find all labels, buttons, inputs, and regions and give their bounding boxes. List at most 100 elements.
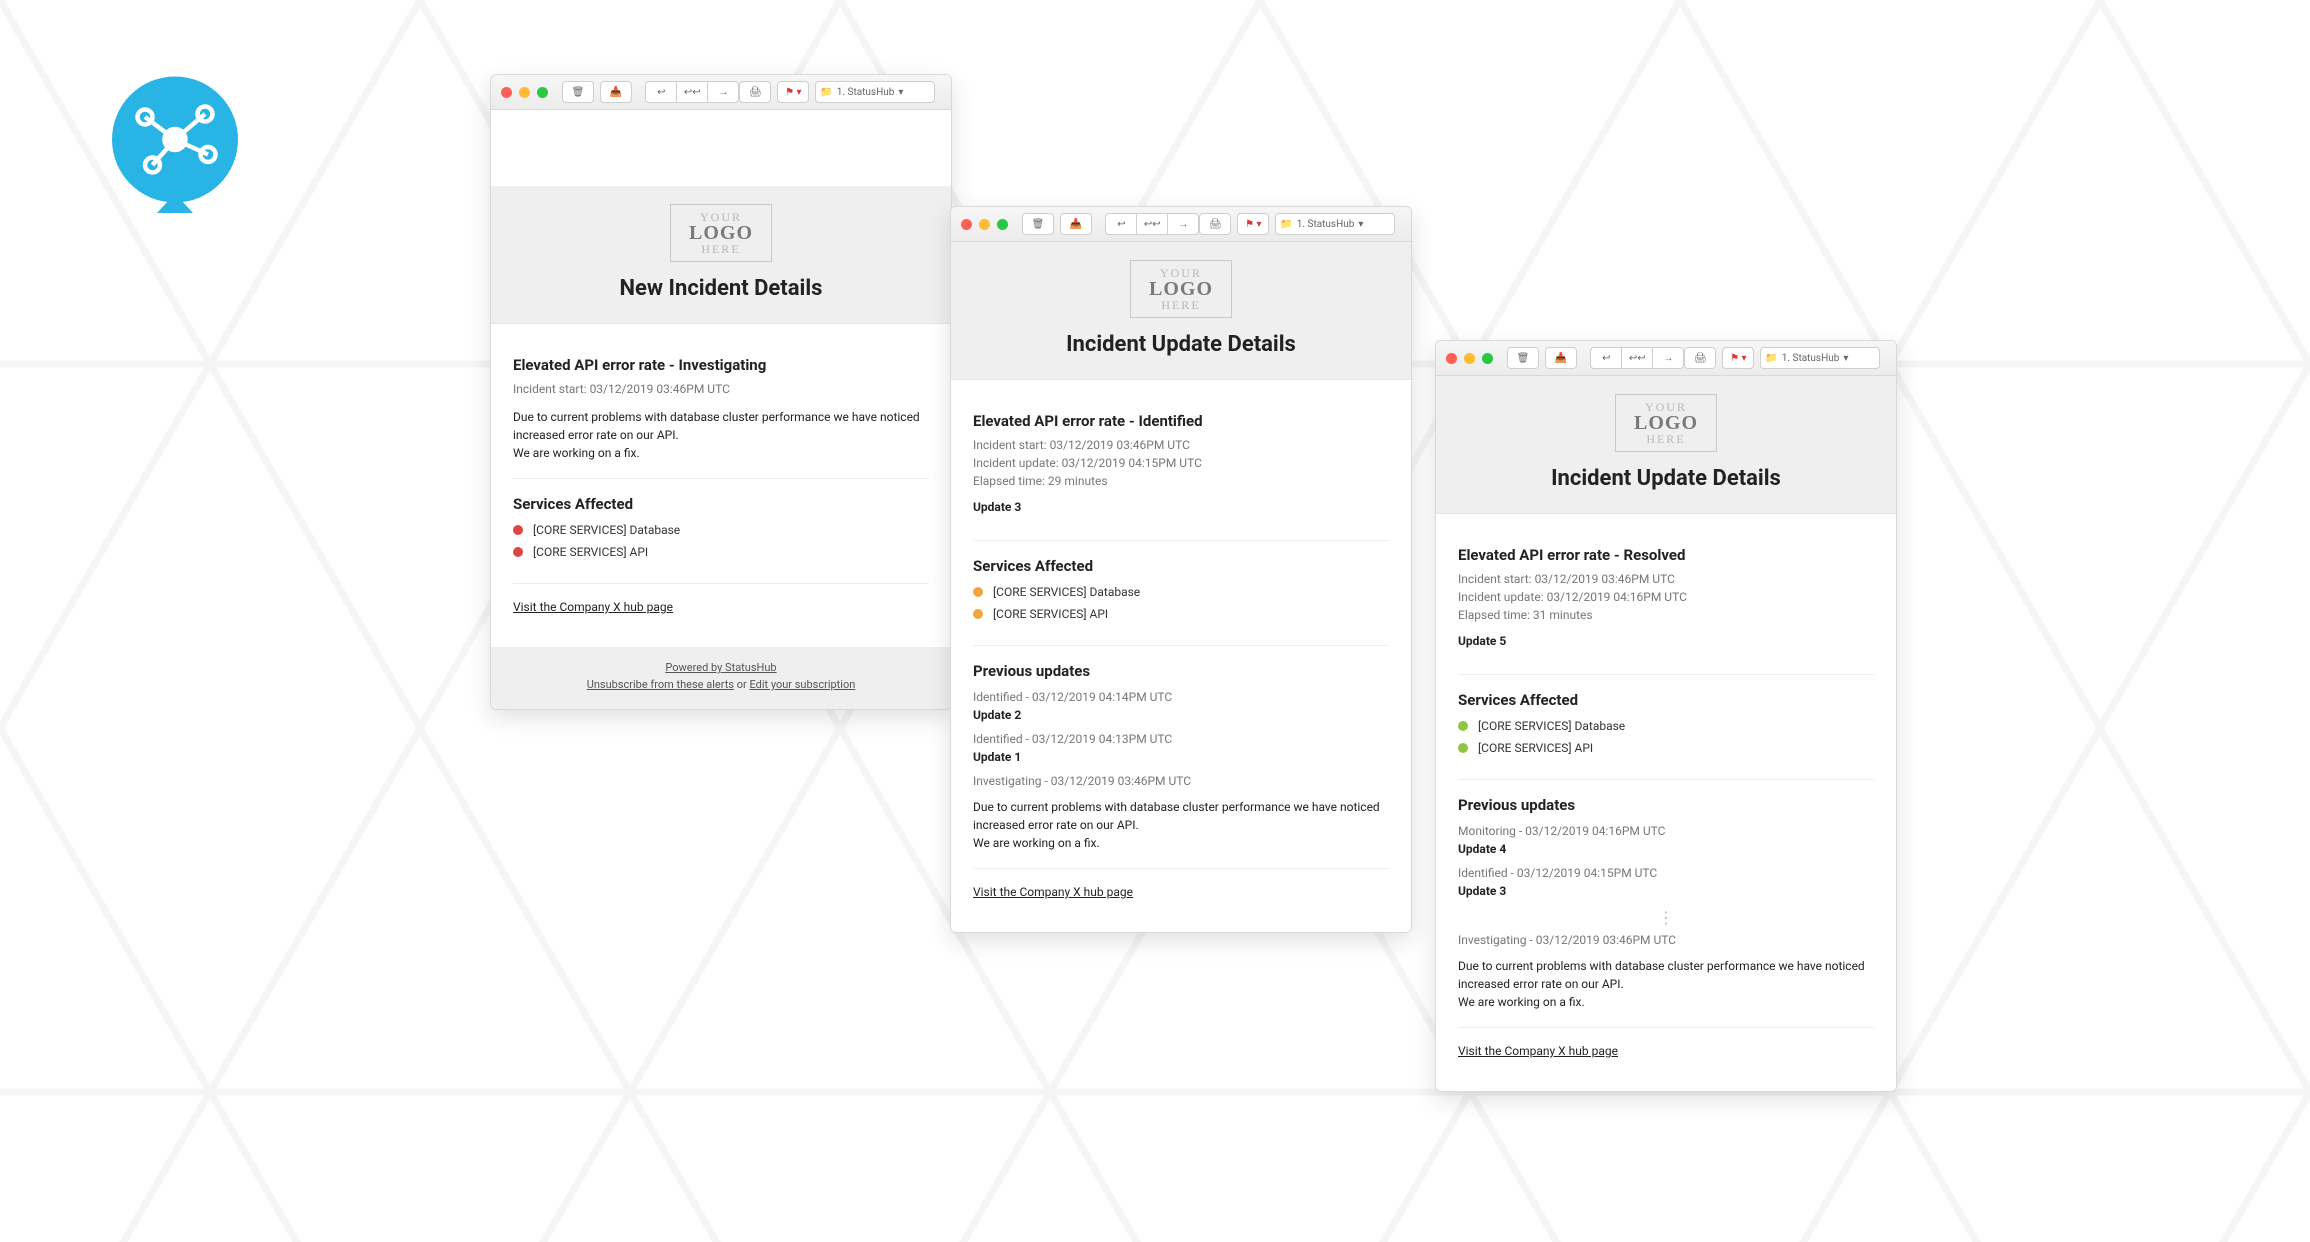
- mac-titlebar: 🗑 📥 ↩ ↩↩ → 🖨 ⚑ ▾ 📁 1. StatusHub ▾: [951, 207, 1411, 242]
- zoom-icon[interactable]: [537, 87, 548, 98]
- flag-button[interactable]: ⚑ ▾: [1237, 213, 1269, 235]
- flag-button[interactable]: ⚑ ▾: [777, 81, 809, 103]
- status-dot-icon: [973, 609, 983, 619]
- unsubscribe-link[interactable]: Unsubscribe from these alerts: [587, 678, 734, 691]
- traffic-lights: [501, 87, 548, 98]
- incident-title: Elevated API error rate - Identified: [973, 412, 1389, 430]
- forward-button[interactable]: →: [1652, 347, 1684, 369]
- status-dot-icon: [513, 547, 523, 557]
- incident-title: Elevated API error rate - Investigating: [513, 356, 929, 374]
- trash-button[interactable]: 🗑: [1507, 347, 1539, 369]
- service-row: [CORE SERVICES] API: [513, 545, 929, 559]
- zoom-icon[interactable]: [1482, 353, 1493, 364]
- traffic-lights: [1446, 353, 1493, 364]
- reply-button[interactable]: ↩: [1590, 347, 1621, 369]
- update-name: Update 1: [973, 750, 1389, 764]
- services-title: Services Affected: [973, 557, 1389, 575]
- print-button[interactable]: 🖨: [739, 81, 771, 103]
- update-name: Update 4: [1458, 842, 1874, 856]
- hub-link[interactable]: Visit the Company X hub page: [973, 885, 1133, 899]
- logo-placeholder: YOUR LOGO HERE: [1130, 260, 1232, 318]
- service-row: [CORE SERVICES] API: [1458, 741, 1874, 755]
- statushub-brand-badge: [100, 72, 250, 222]
- status-dot-icon: [1458, 721, 1468, 731]
- previous-updates-title: Previous updates: [1458, 796, 1874, 814]
- mailbox-selector[interactable]: 📁 1. StatusHub ▾: [815, 81, 935, 103]
- archive-button[interactable]: 📥: [1545, 347, 1577, 369]
- update-name: Update 2: [973, 708, 1389, 722]
- update-timestamp: Investigating - 03/12/2019 03:46PM UTC: [1458, 933, 1874, 947]
- status-dot-icon: [973, 587, 983, 597]
- email-heading: New Incident Details: [491, 276, 951, 301]
- service-row: [CORE SERVICES] Database: [973, 585, 1389, 599]
- email-body: Elevated API error rate - Identified Inc…: [951, 380, 1411, 932]
- reply-all-button[interactable]: ↩↩: [676, 81, 707, 103]
- zoom-icon[interactable]: [997, 219, 1008, 230]
- mailbox-selector[interactable]: 📁 1. StatusHub ▾: [1760, 347, 1880, 369]
- reply-button[interactable]: ↩: [645, 81, 676, 103]
- flag-button[interactable]: ⚑ ▾: [1722, 347, 1754, 369]
- service-row: [CORE SERVICES] Database: [1458, 719, 1874, 733]
- incident-title: Elevated API error rate - Resolved: [1458, 546, 1874, 564]
- reply-group: ↩ ↩↩ →: [1105, 213, 1199, 235]
- print-button[interactable]: 🖨: [1199, 213, 1231, 235]
- mailbox-label: 1. StatusHub: [837, 87, 895, 98]
- email-heading: Incident Update Details: [951, 332, 1411, 357]
- incident-meta: Incident start: 03/12/2019 03:46PM UTC: [513, 380, 929, 398]
- trash-button[interactable]: 🗑: [1022, 213, 1054, 235]
- forward-button[interactable]: →: [1167, 213, 1199, 235]
- update-timestamp: Identified - 03/12/2019 04:13PM UTC: [973, 732, 1389, 746]
- email-heading: Incident Update Details: [1436, 466, 1896, 491]
- incident-description: Due to current problems with database cl…: [1458, 957, 1874, 1011]
- service-row: [CORE SERVICES] Database: [513, 523, 929, 537]
- reply-group: ↩ ↩↩ →: [1590, 347, 1684, 369]
- mac-titlebar: 🗑 📥 ↩ ↩↩ → 🖨 ⚑ ▾ 📁 1. StatusHub ▾: [491, 75, 951, 110]
- services-title: Services Affected: [513, 495, 929, 513]
- current-update: Update 3: [973, 500, 1389, 514]
- close-icon[interactable]: [961, 219, 972, 230]
- update-timestamp: Identified - 03/12/2019 04:14PM UTC: [973, 690, 1389, 704]
- minimize-icon[interactable]: [519, 87, 530, 98]
- minimize-icon[interactable]: [979, 219, 990, 230]
- email-header: YOUR LOGO HERE Incident Update Details: [951, 242, 1411, 380]
- status-dot-icon: [1458, 743, 1468, 753]
- forward-button[interactable]: →: [707, 81, 739, 103]
- incident-description: Due to current problems with database cl…: [973, 798, 1389, 852]
- services-title: Services Affected: [1458, 691, 1874, 709]
- hub-link[interactable]: Visit the Company X hub page: [513, 600, 673, 614]
- traffic-lights: [961, 219, 1008, 230]
- reply-all-button[interactable]: ↩↩: [1621, 347, 1652, 369]
- archive-button[interactable]: 📥: [600, 81, 632, 103]
- current-update: Update 5: [1458, 634, 1874, 648]
- incident-meta: Incident start: 03/12/2019 03:46PM UTC I…: [973, 436, 1389, 490]
- logo-placeholder: YOUR LOGO HERE: [670, 204, 772, 262]
- print-button[interactable]: 🖨: [1684, 347, 1716, 369]
- minimize-icon[interactable]: [1464, 353, 1475, 364]
- header-whitespace: [491, 110, 951, 186]
- close-icon[interactable]: [501, 87, 512, 98]
- update-timestamp: Investigating - 03/12/2019 03:46PM UTC: [973, 774, 1389, 788]
- reply-button[interactable]: ↩: [1105, 213, 1136, 235]
- email-header: YOUR LOGO HERE New Incident Details: [491, 186, 951, 324]
- trash-button[interactable]: 🗑: [562, 81, 594, 103]
- powered-by-link[interactable]: Powered by StatusHub: [501, 661, 941, 674]
- update-timestamp: Monitoring - 03/12/2019 04:16PM UTC: [1458, 824, 1874, 838]
- update-timestamp: Identified - 03/12/2019 04:15PM UTC: [1458, 866, 1874, 880]
- incident-description: Due to current problems with database cl…: [513, 408, 929, 462]
- previous-updates-title: Previous updates: [973, 662, 1389, 680]
- close-icon[interactable]: [1446, 353, 1457, 364]
- update-name: Update 3: [1458, 884, 1874, 898]
- email-body: Elevated API error rate - Investigating …: [491, 324, 951, 647]
- hub-link[interactable]: Visit the Company X hub page: [1458, 1044, 1618, 1058]
- email-window-new-incident: 🗑 📥 ↩ ↩↩ → 🖨 ⚑ ▾ 📁 1. StatusHub ▾ YOUR L…: [490, 74, 952, 710]
- incident-meta: Incident start: 03/12/2019 03:46PM UTC I…: [1458, 570, 1874, 624]
- email-window-update-resolved: 🗑 📥 ↩ ↩↩ → 🖨 ⚑ ▾ 📁 1. StatusHub ▾ YOUR L…: [1435, 340, 1897, 1092]
- mailbox-label: 1. StatusHub: [1297, 219, 1355, 230]
- edit-subscription-link[interactable]: Edit your subscription: [749, 678, 855, 691]
- email-body: Elevated API error rate - Resolved Incid…: [1436, 514, 1896, 1091]
- email-window-update-identified: 🗑 📥 ↩ ↩↩ → 🖨 ⚑ ▾ 📁 1. StatusHub ▾ YOUR L…: [950, 206, 1412, 933]
- mailbox-label: 1. StatusHub: [1782, 353, 1840, 364]
- archive-button[interactable]: 📥: [1060, 213, 1092, 235]
- mailbox-selector[interactable]: 📁 1. StatusHub ▾: [1275, 213, 1395, 235]
- reply-all-button[interactable]: ↩↩: [1136, 213, 1167, 235]
